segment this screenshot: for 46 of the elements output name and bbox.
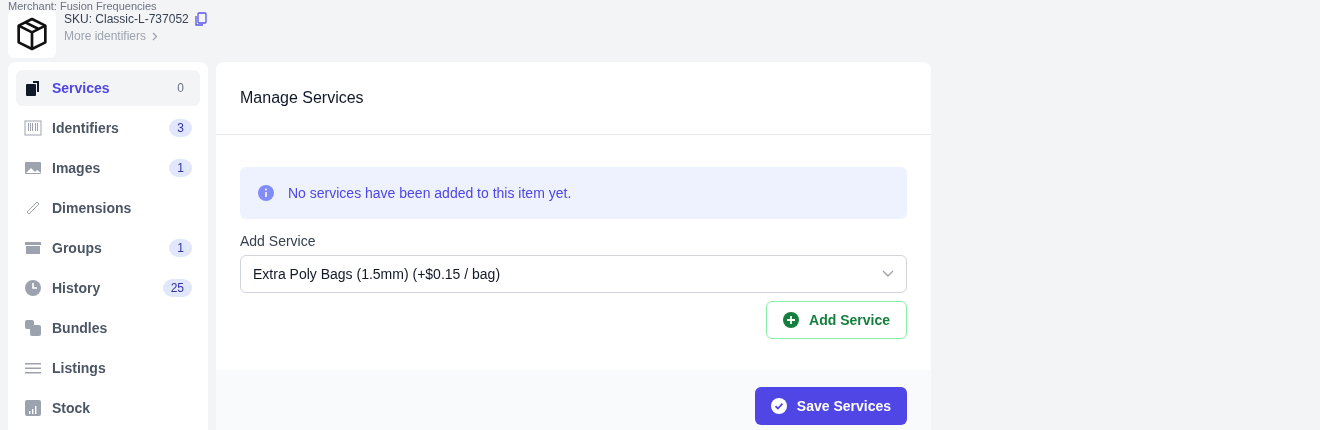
sidebar-item-label: Listings: [52, 360, 107, 376]
document-icon: [24, 79, 42, 97]
item-count: 1: [169, 159, 192, 177]
copy-icon[interactable]: [194, 11, 207, 26]
sidebar-item[interactable]: Groups 1: [16, 230, 200, 266]
sidebar-item[interactable]: Dimensions: [16, 190, 200, 226]
sidebar-item-label: Dimensions: [52, 200, 133, 216]
stack-icon: [24, 319, 42, 337]
info-icon: [258, 185, 274, 201]
sidebar-item-label: Groups: [52, 240, 103, 256]
check-circle-icon: [770, 398, 787, 414]
add-service-button[interactable]: Add Service: [766, 301, 907, 339]
ruler-icon: [24, 199, 42, 217]
clock-icon: [24, 279, 42, 297]
sidebar-item-label: History: [52, 280, 102, 296]
sidebar-item-label: Images: [52, 160, 102, 176]
sidebar-item-label: Services: [52, 80, 111, 96]
item-count: 1: [169, 239, 192, 257]
sidebar-item-label: Identifiers: [52, 120, 120, 136]
sidebar-item-label: Bundles: [52, 320, 109, 336]
image-icon: [24, 159, 42, 177]
alert-text: No services have been added to this item yet.: [288, 185, 572, 201]
sidebar-item[interactable]: Bundles: [16, 310, 200, 346]
sidebar-item[interactable]: Listings: [16, 350, 200, 386]
sidebar-item[interactable]: Services 0: [16, 70, 200, 106]
sidebar-item[interactable]: Stock: [16, 390, 200, 426]
item-count: 25: [162, 279, 192, 297]
sidebar-item[interactable]: Images 1: [16, 150, 200, 186]
chevron-right-icon: [152, 31, 159, 41]
item-count: 3: [169, 119, 192, 137]
barcode-icon: [24, 119, 42, 137]
box-icon: [8, 10, 56, 58]
chevron-down-icon: [882, 270, 894, 278]
sidebar-item-label: Stock: [52, 400, 92, 416]
item-count: 0: [176, 80, 185, 97]
field-label: Add Service: [240, 233, 317, 249]
sidebar-item[interactable]: Identifiers 3: [16, 110, 200, 146]
save-services-button[interactable]: Save Services: [754, 387, 907, 425]
sku-text: SKU: Classic-L-737052: [64, 11, 189, 26]
bar-chart-icon: [24, 399, 42, 417]
sidebar-item[interactable]: History 25: [16, 270, 200, 306]
plus-circle-icon: [783, 312, 800, 328]
service-select[interactable]: Extra Poly Bags (1.5mm) (+$0.15 / bag): [240, 255, 907, 293]
card-title: Manage Services: [240, 89, 364, 107]
merchant-name: Merchant: Fusion Frequencies: [8, 0, 158, 10]
archive-icon: [24, 239, 42, 257]
